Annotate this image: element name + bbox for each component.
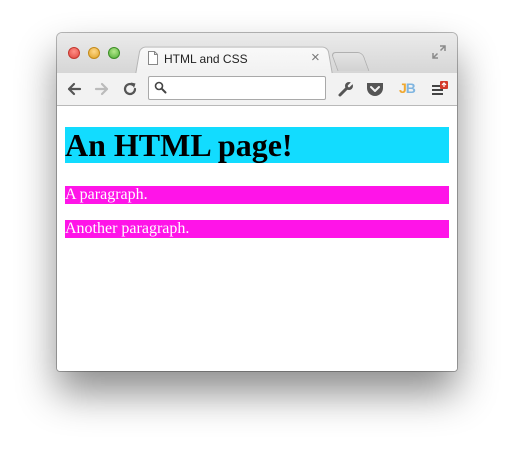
menu-icon[interactable] bbox=[431, 80, 449, 98]
paragraph-2: Another paragraph. bbox=[65, 220, 449, 238]
minimize-window-button[interactable] bbox=[88, 47, 100, 59]
omnibox[interactable] bbox=[148, 76, 326, 100]
new-tab-button[interactable] bbox=[330, 52, 370, 71]
back-arrow-icon[interactable] bbox=[66, 81, 82, 97]
close-window-button[interactable] bbox=[68, 47, 80, 59]
zoom-window-button[interactable] bbox=[108, 47, 120, 59]
browser-toolbar: JB bbox=[57, 73, 457, 106]
browser-window: HTML and CSS × JB An HTML page! A paragr… bbox=[57, 33, 457, 371]
search-icon bbox=[154, 81, 167, 94]
jb-letter-j: J bbox=[399, 80, 407, 96]
reload-icon[interactable] bbox=[122, 81, 138, 97]
title-bar: HTML and CSS × bbox=[57, 33, 457, 75]
paragraph-1: A paragraph. bbox=[65, 186, 449, 204]
pocket-icon[interactable] bbox=[366, 81, 384, 97]
tab-close-icon[interactable]: × bbox=[311, 50, 320, 66]
forward-arrow-icon[interactable] bbox=[94, 81, 110, 97]
address-input[interactable] bbox=[171, 80, 321, 96]
document-icon bbox=[148, 51, 158, 65]
tab-title: HTML and CSS bbox=[164, 52, 248, 66]
wrench-icon[interactable] bbox=[337, 80, 355, 98]
page-heading: An HTML page! bbox=[65, 127, 449, 163]
jetbrains-icon[interactable]: JB bbox=[399, 80, 416, 96]
page-viewport: An HTML page! A paragraph. Another parag… bbox=[57, 106, 457, 371]
jb-letter-b: B bbox=[405, 80, 416, 96]
fullscreen-icon[interactable] bbox=[432, 45, 446, 59]
tab-content: HTML and CSS × bbox=[147, 49, 327, 69]
